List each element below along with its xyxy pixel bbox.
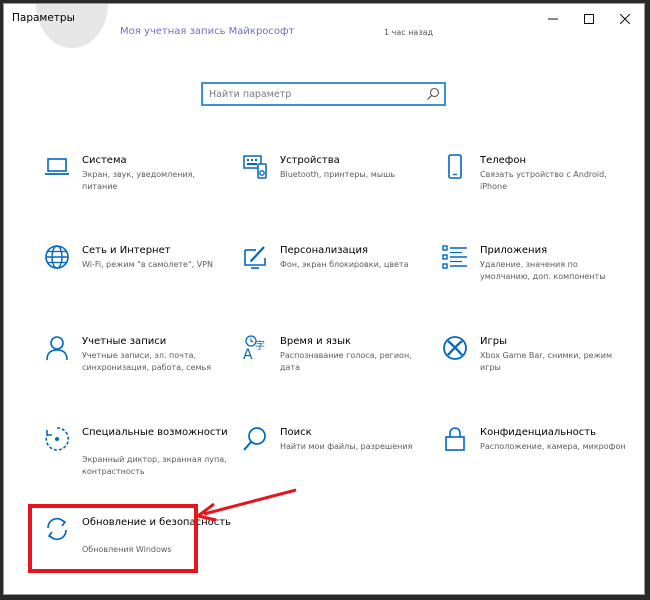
devices-icon	[242, 154, 268, 180]
tile-description: Расположение, камера, микрофон	[480, 442, 626, 451]
account-link[interactable]: Моя учетная запись Майкрософт	[120, 26, 294, 37]
tile-time-language[interactable]: A字 Время и язык Распознавание голоса, ре…	[242, 335, 432, 405]
tile-description: Связать устройство с Android, iPhone	[480, 170, 607, 191]
tile-description: Wi-Fi, режим "в самолете", VPN	[82, 260, 213, 269]
tile-title: Сеть и Интернет	[82, 245, 171, 256]
person-icon	[44, 335, 70, 361]
tile-description: Xbox Game Bar, снимки, режим игры	[480, 351, 613, 372]
tile-title: Персонализация	[280, 245, 368, 256]
tile-description: Экран, звук, уведомления, питание	[82, 170, 195, 191]
title-bar: Параметры Моя учетная запись Майкрософт …	[4, 4, 644, 48]
globe-icon	[44, 244, 70, 270]
maximize-button[interactable]	[571, 4, 607, 34]
tile-title: Конфиденциальность	[480, 427, 597, 438]
tile-description: Распознавание голоса, регион, дата	[280, 351, 412, 372]
avatar[interactable]	[36, 4, 108, 48]
search-icon[interactable]	[426, 87, 440, 101]
tile-network[interactable]: Сеть и Интернет Wi-Fi, режим "в самолете…	[44, 244, 234, 314]
tile-description: Экранный диктор, экранная лупа, контраст…	[82, 455, 227, 476]
search-input[interactable]	[209, 86, 419, 102]
apps-list-icon	[442, 244, 468, 270]
tile-description: Удаление, значения по умолчанию, доп. ко…	[480, 260, 606, 281]
tile-title: Система	[82, 155, 127, 166]
tile-personalization[interactable]: Персонализация Фон, экран блокировки, цв…	[242, 244, 432, 314]
tile-title: Время и язык	[280, 336, 352, 347]
tile-title: Приложения	[480, 245, 548, 256]
tile-title: Учетные записи	[82, 336, 167, 347]
settings-window: Параметры Моя учетная запись Майкрософт …	[3, 3, 645, 595]
minimize-icon	[548, 18, 558, 20]
minimize-button[interactable]	[535, 4, 571, 34]
tile-devices[interactable]: Устройства Bluetooth, принтеры, мышь	[242, 154, 432, 224]
tile-description: Фон, экран блокировки, цвета	[280, 260, 409, 269]
close-icon	[620, 14, 630, 24]
tile-description: Найти мои файлы, разрешения	[280, 442, 413, 451]
close-button[interactable]	[607, 4, 643, 34]
account-time: 1 час назад	[384, 28, 434, 37]
tile-title: Устройства	[280, 155, 340, 166]
tile-privacy[interactable]: Конфиденциальность Расположение, камера,…	[442, 426, 632, 496]
search-box[interactable]	[201, 82, 446, 106]
personalization-icon	[242, 244, 268, 270]
xbox-icon	[442, 335, 468, 361]
tile-accounts[interactable]: Учетные записи Учетные записи, эл. почта…	[44, 335, 234, 405]
tile-title: Специальные возможности	[82, 427, 228, 438]
phone-icon	[442, 154, 468, 180]
laptop-icon	[44, 154, 70, 180]
tile-title: Поиск	[280, 427, 312, 438]
tile-title: Телефон	[480, 155, 527, 166]
tile-apps[interactable]: Приложения Удаление, значения по умолчан…	[442, 244, 632, 314]
window-title: Параметры	[12, 12, 75, 24]
tile-description: Bluetooth, принтеры, мышь	[280, 170, 396, 179]
tile-system[interactable]: Система Экран, звук, уведомления, питани…	[44, 154, 234, 224]
tile-phone[interactable]: Телефон Связать устройство с Android, iP…	[442, 154, 632, 224]
time-language-icon: A字	[242, 335, 268, 361]
annotation-highlight-box	[28, 504, 198, 573]
tile-description: Учетные записи, эл. почта, синхронизация…	[82, 351, 212, 372]
annotation-arrow-icon	[196, 488, 297, 522]
tile-gaming[interactable]: Игры Xbox Game Bar, снимки, режим игры	[442, 335, 632, 405]
search-magnifier-icon	[242, 426, 268, 452]
accessibility-icon	[44, 426, 70, 452]
svg-text:A: A	[243, 347, 253, 361]
lock-icon	[442, 426, 468, 452]
tile-title: Игры	[480, 336, 507, 347]
maximize-icon	[584, 14, 594, 24]
